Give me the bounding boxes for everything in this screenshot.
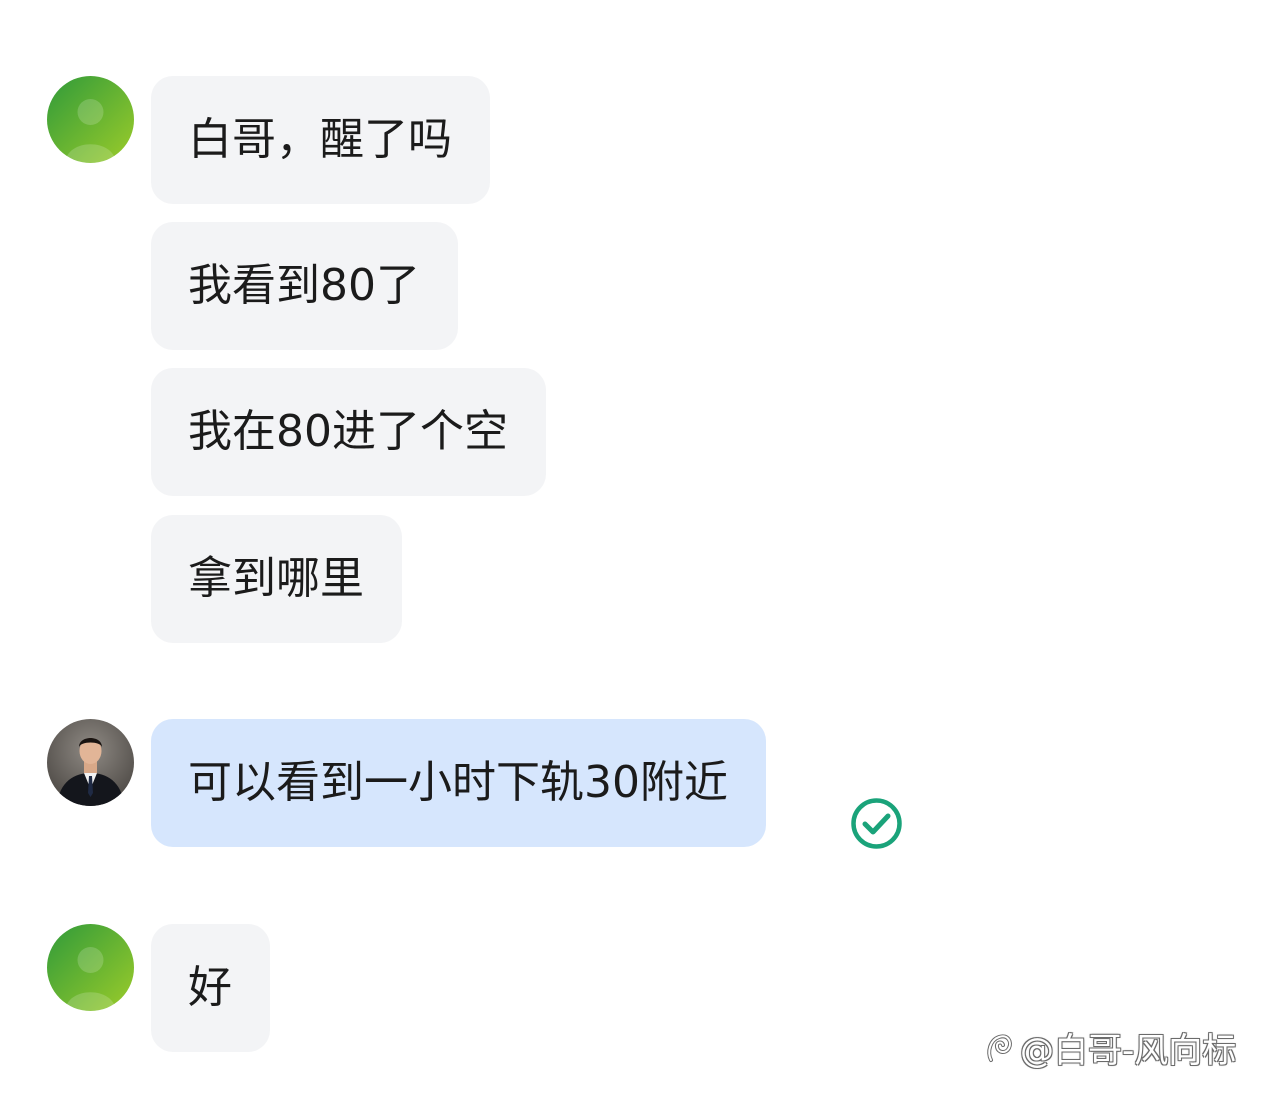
watermark-text: @白哥-风向标 xyxy=(1020,1030,1237,1071)
contact-avatar[interactable] xyxy=(47,924,134,1011)
message-bubble[interactable]: 我在80进了个空 xyxy=(151,368,546,496)
message-bubble[interactable]: 我看到80了 xyxy=(151,222,458,350)
contact-avatar[interactable] xyxy=(47,76,134,163)
message-bubble[interactable]: 白哥，醒了吗 xyxy=(151,76,490,204)
watermark: @白哥-风向标 xyxy=(982,1024,1237,1071)
platform-logo-icon xyxy=(982,1030,1016,1064)
profile-photo-icon xyxy=(47,719,134,806)
default-avatar-icon xyxy=(47,924,134,1011)
message-bubble-outgoing[interactable]: 可以看到一小时下轨30附近 xyxy=(151,719,766,847)
default-avatar-icon xyxy=(47,76,134,163)
message-bubble[interactable]: 拿到哪里 xyxy=(151,515,402,643)
message-bubble[interactable]: 好 xyxy=(151,924,270,1052)
self-avatar[interactable] xyxy=(47,719,134,806)
read-check-icon xyxy=(850,797,903,850)
